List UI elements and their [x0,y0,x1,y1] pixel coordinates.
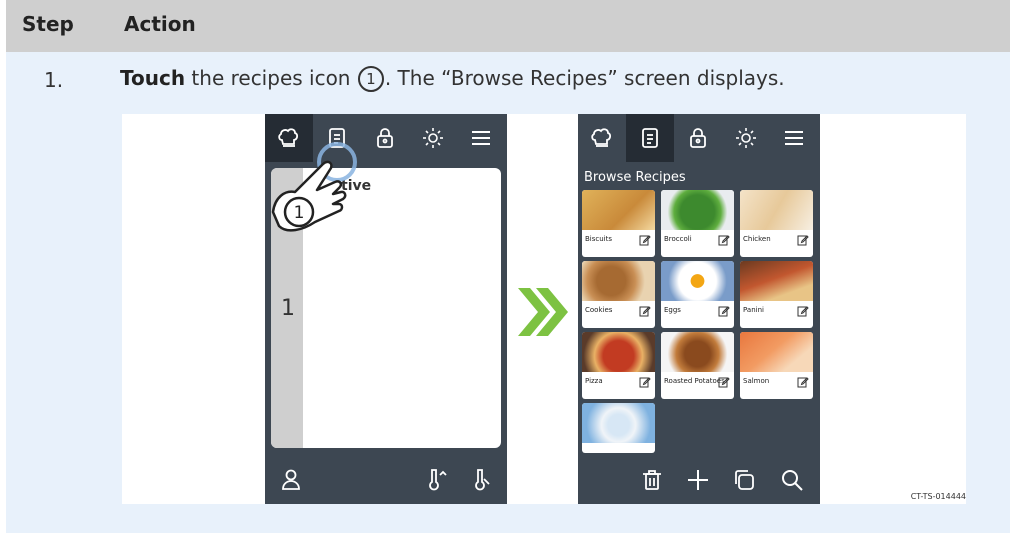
recipe-tile-biscuits[interactable]: Biscuits [582,190,655,257]
recipe-photo [740,190,813,230]
edit-icon[interactable] [639,376,651,388]
step-number: 1. [44,68,64,92]
recipe-photo [661,190,734,230]
device-screen-right: Browse Recipes Biscuits Broccoli Chicken Co… [578,114,820,504]
screenshot-figure: 1 tive 1 Browse Recipes Biscuits Broccol… [122,114,966,504]
edit-icon[interactable] [718,305,730,317]
user-icon[interactable] [277,466,305,494]
chef-hat-icon[interactable] [578,114,626,162]
recipe-name: Cookies [585,306,613,314]
copy-icon[interactable] [730,466,758,494]
recipe-name: Eggs [664,306,681,314]
device-screen-left: 1 tive 1 [265,114,507,504]
recipe-photo [582,190,655,230]
edit-icon[interactable] [639,234,651,246]
recipe-tile-panini[interactable]: Panini [740,261,813,328]
instruction-verb: Touch [120,66,186,90]
top-tab-bar [578,114,820,162]
edit-icon[interactable] [797,234,809,246]
step-instruction: Touch the recipes icon 1. The “Browse Re… [120,66,785,92]
recipe-photo [661,332,734,372]
recipe-tile-chicken[interactable]: Chicken [740,190,813,257]
header-action: Action [124,12,196,36]
plus-icon[interactable] [684,466,712,494]
figure-code: CT-TS-014444 [910,492,966,501]
probe-icon[interactable] [467,466,495,494]
hand-callout-number: 1 [294,203,305,223]
recipe-photo [740,261,813,301]
recipe-tile-broccoli[interactable]: Broccoli [661,190,734,257]
recipe-tile-pizza[interactable]: Pizza [582,332,655,399]
browse-recipes-title: Browse Recipes [584,170,686,185]
probe-up-icon[interactable] [421,466,449,494]
hand-pointer-icon: 1 [271,142,357,232]
instruction-post: . The “Browse Recipes” screen displays. [384,66,785,90]
callout-marker: 1 [357,66,384,92]
recipe-tile-eggs[interactable]: Eggs [661,261,734,328]
brightness-icon[interactable] [409,114,457,162]
edit-icon[interactable] [639,305,651,317]
recipe-tile-salad[interactable] [582,403,655,453]
menu-icon[interactable] [457,114,505,162]
recipe-photo [740,332,813,372]
edit-icon[interactable] [797,376,809,388]
recipe-tile-cookies[interactable]: Cookies [582,261,655,328]
brightness-icon[interactable] [722,114,770,162]
edit-icon[interactable] [797,305,809,317]
recipe-photo [582,332,655,372]
recipe-photo [582,403,655,443]
recipe-name: Chicken [743,235,771,243]
table-header: Step Action [6,0,1010,52]
recipe-tile-salmon[interactable]: Salmon [740,332,813,399]
header-step: Step [22,12,74,36]
recipe-photo [661,261,734,301]
search-icon[interactable] [778,466,806,494]
edit-icon[interactable] [718,376,730,388]
edit-icon[interactable] [718,234,730,246]
recipe-name: Panini [743,306,764,314]
recipe-name: Salmon [743,377,770,385]
bottom-bar [578,456,820,504]
recipe-tile-roasted-potatoes[interactable]: Roasted Potatoes [661,332,734,399]
recipe-name: Biscuits [585,235,613,243]
recipe-card-icon[interactable] [626,114,674,162]
trash-icon[interactable] [638,466,666,494]
instruction-pre: the recipes icon [191,66,351,90]
strip-number: 1 [281,296,295,321]
recipe-name: Broccoli [664,235,692,243]
double-chevron-icon [518,288,568,336]
bottom-bar [265,456,507,504]
recipe-name: Pizza [585,377,603,385]
lock-icon[interactable] [674,114,722,162]
menu-icon[interactable] [770,114,818,162]
recipe-photo [582,261,655,301]
recipe-name: Roasted Potatoes [664,377,725,385]
